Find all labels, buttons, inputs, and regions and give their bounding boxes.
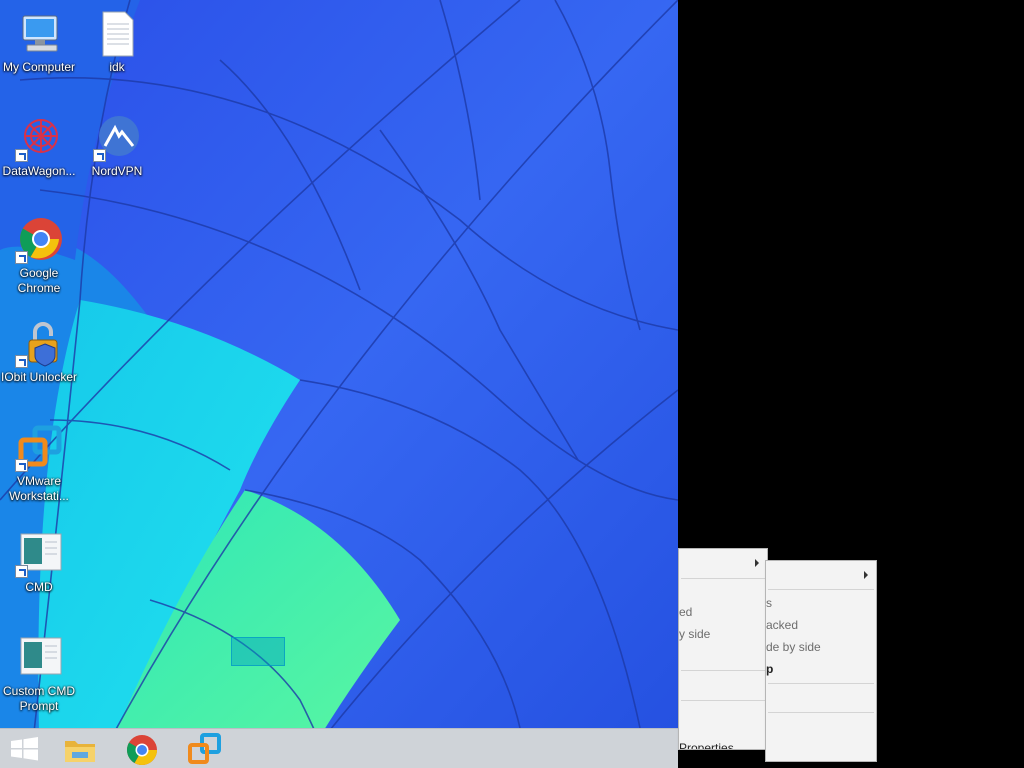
menu-separator [681, 578, 765, 579]
windows-logo-icon [11, 737, 38, 761]
desktop-icon-my-computer[interactable]: My Computer [0, 10, 78, 75]
desktop-icon-label: Google Chrome [17, 266, 61, 295]
vmware-icon [15, 424, 63, 472]
desktop-wallpaper[interactable]: My Computer idk DataWagon... NordVPN Goo… [0, 0, 678, 768]
shortcut-arrow-icon [93, 149, 106, 162]
selection-rectangle [231, 637, 285, 666]
desktop-icon-vmware[interactable]: VMware Workstati... [0, 424, 78, 504]
text-file-icon [93, 10, 141, 58]
menu-item-default[interactable]: p [766, 658, 876, 680]
menu-item-submenu[interactable] [766, 563, 876, 585]
desktop-icon-label: DataWagon... [2, 164, 76, 178]
menu-item[interactable]: y side [679, 623, 767, 645]
submenu-arrow-icon [864, 571, 868, 579]
submenu-arrow-icon [755, 559, 759, 567]
desktop-icon-custom-cmd-prompt[interactable]: Custom CMD Prompt [0, 634, 78, 714]
desktop-icon-label: CMD [25, 580, 53, 594]
context-menu-back: ed y side Properties [678, 548, 768, 750]
taskbar [0, 728, 678, 768]
desktop-icon-google-chrome[interactable]: Google Chrome [0, 216, 78, 296]
menu-separator [768, 589, 874, 590]
cmd-icon [15, 634, 63, 682]
cmd-icon [15, 530, 63, 578]
nordvpn-icon [93, 114, 141, 162]
desktop-icon-label: idk [109, 60, 125, 74]
vmware-icon [188, 733, 221, 764]
menu-item[interactable]: s [766, 592, 876, 614]
desktop-icon-label: Custom CMD Prompt [2, 684, 75, 713]
desktop-icon-nordvpn[interactable]: NordVPN [78, 114, 156, 179]
desktop-icon-cmd[interactable]: CMD [0, 530, 78, 595]
shortcut-arrow-icon [15, 355, 28, 368]
start-button[interactable] [2, 732, 46, 766]
chrome-icon [126, 735, 157, 766]
desktop-icon-label: NordVPN [91, 164, 143, 178]
shortcut-arrow-icon [15, 459, 28, 472]
menu-separator [768, 683, 874, 684]
shortcut-arrow-icon [15, 149, 28, 162]
folder-icon [65, 741, 95, 762]
context-menu-front: s acked de by side p [765, 560, 877, 762]
computer-icon [15, 10, 63, 58]
menu-separator [768, 712, 874, 713]
desktop-icon-iobit-unlocker[interactable]: IObit Unlocker [0, 320, 78, 385]
menu-separator [681, 670, 765, 671]
menu-item-properties[interactable]: Properties [679, 737, 767, 749]
chrome-icon [15, 216, 63, 264]
desktop-icon-datawagon[interactable]: DataWagon... [0, 114, 78, 179]
desktop-icon-label: My Computer [2, 60, 76, 74]
menu-item-submenu[interactable] [679, 551, 767, 573]
lock-icon [15, 320, 63, 368]
vmware-taskbar-button[interactable] [182, 732, 226, 766]
menu-item[interactable]: de by side [766, 636, 876, 658]
chrome-taskbar-button[interactable] [120, 732, 164, 766]
menu-separator [681, 700, 765, 701]
file-explorer-button[interactable] [58, 732, 102, 766]
shortcut-arrow-icon [15, 565, 28, 578]
datawagon-icon [15, 114, 63, 162]
menu-item[interactable]: acked [766, 614, 876, 636]
desktop-icon-idk[interactable]: idk [78, 10, 156, 75]
desktop-icon-label: VMware Workstati... [9, 474, 69, 503]
menu-item[interactable]: ed [679, 601, 767, 623]
desktop-icon-label: IObit Unlocker [0, 370, 78, 384]
shortcut-arrow-icon [15, 251, 28, 264]
